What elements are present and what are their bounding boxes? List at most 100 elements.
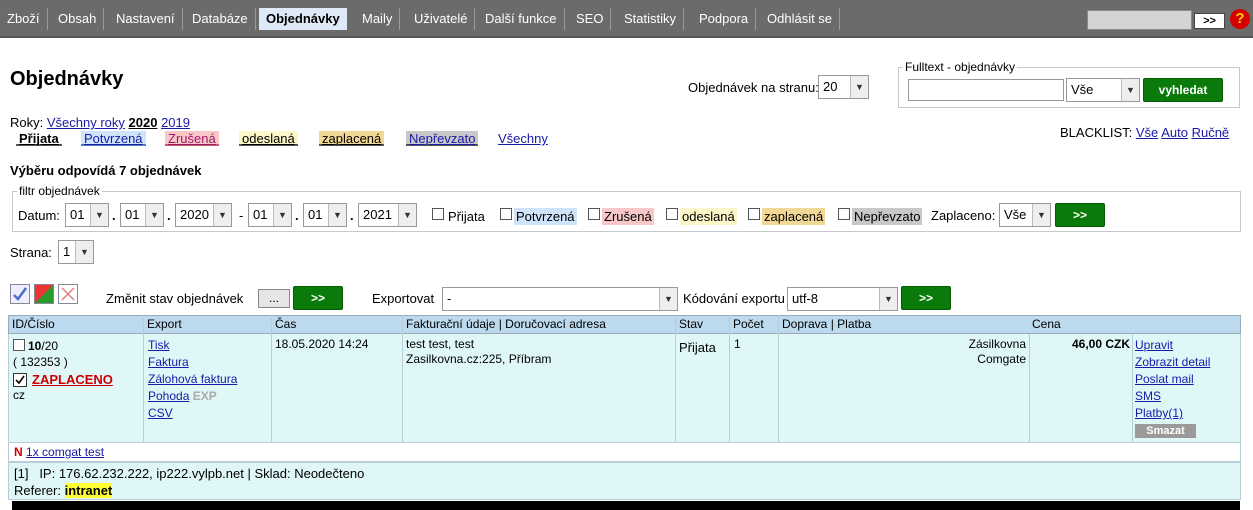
col-status: Stav <box>679 317 704 331</box>
paid-status-link[interactable]: ZAPLACENO <box>32 371 113 388</box>
date-from-day-select[interactable]: 01 ▼ <box>65 203 109 227</box>
export-label: Exportovat <box>372 291 435 306</box>
invert-selection-icon[interactable] <box>34 284 54 304</box>
year-2019-link[interactable]: 2019 <box>161 115 190 130</box>
filter-potvrzena-checkbox[interactable] <box>500 208 512 220</box>
col-shipping: Doprava | Platba <box>782 317 872 331</box>
fulltext-scope-select[interactable]: Vše ▼ <box>1066 78 1140 102</box>
nav-objednavky[interactable]: Objednávky <box>259 8 347 30</box>
encoding-value: utf-8 <box>792 291 819 306</box>
date-from-year-select[interactable]: 2020 ▼ <box>175 203 232 227</box>
fulltext-search-button[interactable]: vyhledat <box>1143 78 1223 102</box>
nav-dalsi-funkce[interactable]: Další funkce <box>478 8 565 30</box>
chevron-down-icon: ▼ <box>1032 204 1050 226</box>
deselect-all-icon[interactable] <box>58 284 78 304</box>
status-zrusena-link[interactable]: Zrušená <box>165 131 219 146</box>
top-search-go-button[interactable]: >> <box>1194 13 1225 29</box>
status-prijata-link[interactable]: Přijata <box>16 131 62 146</box>
nav-obsah[interactable]: Obsah <box>51 8 105 30</box>
date-to-day-value: 01 <box>253 207 268 222</box>
nav-nastaveni[interactable]: Nastavení <box>109 8 183 30</box>
nav-statistiky[interactable]: Statistiky <box>617 8 685 30</box>
change-status-label: Změnit stav objednávek <box>106 291 244 306</box>
change-status-submit-button[interactable]: >> <box>293 286 343 310</box>
export-exp-label: EXP <box>192 389 217 403</box>
year-all-link[interactable]: Všechny roky <box>47 115 125 130</box>
send-sms-link[interactable]: SMS <box>1135 388 1210 405</box>
filter-neprevzato-checkbox[interactable] <box>838 208 850 220</box>
order-item-link[interactable]: 1x comgat test <box>26 445 104 459</box>
paid-checkbox[interactable] <box>13 373 27 387</box>
nav-podpora[interactable]: Podpora <box>692 8 757 30</box>
export-proforma-link[interactable]: Zálohová faktura <box>148 371 237 388</box>
nav-odhlasit[interactable]: Odhlásit se <box>760 8 841 30</box>
date-to-month-select[interactable]: 01 ▼ <box>303 203 347 227</box>
date-to-day-select[interactable]: 01 ▼ <box>248 203 292 227</box>
export-csv-link[interactable]: CSV <box>148 405 237 422</box>
top-search-input[interactable] <box>1087 10 1192 30</box>
nav-databaze[interactable]: Databáze <box>185 8 256 30</box>
chevron-down-icon: ▼ <box>398 204 416 226</box>
pager-select[interactable]: 1 ▼ <box>58 240 94 264</box>
nav-maily[interactable]: Maily <box>355 8 401 30</box>
status-odeslana-link[interactable]: odeslaná <box>239 131 298 146</box>
view-detail-link[interactable]: Zobrazit detail <box>1135 354 1210 371</box>
filter-submit-button[interactable]: >> <box>1055 203 1105 227</box>
date-to-year-select[interactable]: 2021 ▼ <box>358 203 417 227</box>
pager-value: 1 <box>63 244 71 259</box>
payments-link[interactable]: Platby(1) <box>1135 405 1210 422</box>
export-invoice-link[interactable]: Faktura <box>148 354 237 371</box>
filter-odeslana-label: odeslaná <box>680 208 737 225</box>
export-select[interactable]: - ▼ <box>442 287 678 311</box>
delivery-address: Zasilkovna.cz:225, Příbram <box>406 352 552 366</box>
date-separator: . <box>112 208 116 223</box>
date-from-month-select[interactable]: 01 ▼ <box>120 203 164 227</box>
status-zaplacena-link[interactable]: zaplacená <box>319 131 385 146</box>
blacklist-all-link[interactable]: Vše <box>1136 125 1158 140</box>
order-select-checkbox[interactable] <box>13 339 25 351</box>
send-mail-link[interactable]: Poslat mail <box>1135 371 1210 388</box>
col-id: ID/Číslo <box>12 317 55 331</box>
filter-zrusena-checkbox[interactable] <box>588 208 600 220</box>
col-price: Cena <box>1032 317 1061 331</box>
select-all-check-icon[interactable] <box>10 284 30 304</box>
filter-zaplacena-label: zaplacená <box>762 208 826 225</box>
top-navigation: Zboží Obsah Nastavení Databáze Objednávk… <box>0 0 1253 38</box>
encoding-select[interactable]: utf-8 ▼ <box>787 287 898 311</box>
chevron-down-icon: ▼ <box>90 204 108 226</box>
status-vsechny-link[interactable]: Všechny <box>495 131 551 146</box>
column-divider <box>778 315 779 442</box>
item-flag: N <box>14 445 23 459</box>
blacklist-auto-link[interactable]: Auto <box>1161 125 1188 140</box>
page-title: Objednávky <box>10 68 124 90</box>
export-print-link[interactable]: Tisk <box>148 337 237 354</box>
column-divider <box>271 315 272 442</box>
filter-zrusena-label: Zrušená <box>602 208 654 225</box>
filter-odeslana-checkbox[interactable] <box>666 208 678 220</box>
blacklist-manual-link[interactable]: Ručně <box>1192 125 1230 140</box>
col-count: Počet <box>733 317 764 331</box>
delete-order-button[interactable]: Smazat <box>1135 424 1196 438</box>
filter-paid-select[interactable]: Vše ▼ <box>999 203 1051 227</box>
filter-neprevzato-label: Nepřevzato <box>852 208 923 225</box>
chevron-down-icon: ▼ <box>659 288 677 310</box>
export-submit-button[interactable]: >> <box>901 286 951 310</box>
fulltext-input[interactable] <box>908 79 1064 101</box>
year-2020-link[interactable]: 2020 <box>129 115 158 130</box>
edit-order-link[interactable]: Upravit <box>1135 337 1210 354</box>
nav-uzivatele[interactable]: Uživatelé <box>407 8 476 30</box>
filter-prijata-checkbox[interactable] <box>432 208 444 220</box>
change-status-dots-button[interactable]: ... <box>258 289 290 308</box>
per-page-value: 20 <box>823 79 838 94</box>
status-neprevzato-link[interactable]: Nepřevzato <box>406 131 479 146</box>
help-icon[interactable]: ? <box>1230 9 1250 29</box>
export-pohoda-link[interactable]: Pohoda <box>148 389 189 403</box>
filter-prijata-label: Přijata <box>448 209 485 224</box>
status-potvrzena-link[interactable]: Potvrzená <box>81 131 146 146</box>
nav-zbozi[interactable]: Zboží <box>0 8 48 30</box>
nav-seo[interactable]: SEO <box>569 8 612 30</box>
export-links: Tisk Faktura Zálohová faktura Pohoda EXP… <box>148 337 237 422</box>
per-page-select[interactable]: 20 ▼ <box>818 75 869 99</box>
filter-zaplacena-checkbox[interactable] <box>748 208 760 220</box>
chevron-down-icon: ▼ <box>879 288 897 310</box>
